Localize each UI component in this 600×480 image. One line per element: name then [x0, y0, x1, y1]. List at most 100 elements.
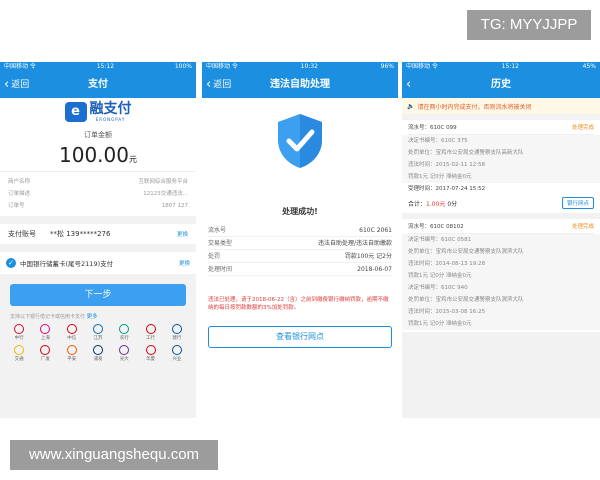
- bank-item: 兴业: [164, 345, 190, 362]
- detail-row: 处罚 罚款100元 记2分: [208, 250, 392, 263]
- erongpay-logo: e 融支付 ERONGPAY: [0, 98, 196, 126]
- bank-icon: [171, 324, 182, 334]
- clock: 15:12: [501, 63, 519, 70]
- bank-item: 光大: [111, 345, 137, 362]
- history-record[interactable]: 流水号：610C 08102 处理完成 决定书编号：610C 0581 处罚单位…: [402, 219, 600, 332]
- bank-icon: [145, 345, 156, 355]
- view-bank-branches-button[interactable]: 查看银行网点: [208, 326, 392, 348]
- bank-icon: [92, 324, 103, 334]
- bank-grid: 中行 上海 中信 江苏 农行 工行 建行 交通 广发 平安 浦发 光大 华夏 兴…: [0, 324, 196, 362]
- speaker-icon: 🔈: [407, 102, 415, 110]
- phone-violation: 中国移动 令 10:32 96% ‹ 返回 违法自助处理 处理成功! 流水号 61…: [202, 62, 398, 418]
- bank-icon: [40, 324, 51, 334]
- record-header: 流水号：610C 08102 处理完成: [408, 221, 594, 234]
- nav-bar: ‹ 返回 支付: [0, 72, 196, 98]
- success-title: 处理成功!: [282, 207, 318, 216]
- nav-bar: ‹ 返回 违法自助处理: [202, 72, 398, 98]
- record-total: 合计：1.00元 0分 银行网点: [408, 195, 594, 211]
- bank-item: 浦发: [85, 345, 111, 362]
- clock: 10:32: [300, 63, 318, 70]
- notice-text: 请在两小时内完成支付，否则流水将被关闭: [417, 103, 532, 111]
- history-record[interactable]: 流水号：610C 099 处理完成 决定书编号：610C 375 处罚单位：宝鸡…: [402, 120, 600, 213]
- page-title: 支付: [88, 79, 108, 90]
- watermark-bottom: www.xinguangshequ.com: [10, 440, 218, 470]
- card-label: 中国银行储蓄卡(尾号2119)支付: [20, 260, 114, 268]
- phone-payment: 中国移动 令 15:12 100% ‹ 返回 支付 e 融支付 ERONGPAY…: [0, 62, 196, 418]
- bank-icon: [66, 345, 77, 355]
- carrier-label: 中国移动 令: [4, 63, 36, 70]
- back-button[interactable]: ‹: [406, 72, 411, 98]
- carrier-label: 中国移动 令: [206, 63, 238, 70]
- order-info: 商户名称 互联网综合服务平台 订单描述 12123交通违法... 订单号 1807 1…: [0, 171, 196, 216]
- bank-item: 平安: [59, 345, 85, 362]
- back-label: 返回: [11, 80, 30, 90]
- back-button[interactable]: ‹ 返回: [206, 72, 231, 98]
- bank-icon: [92, 345, 103, 355]
- detail-row: 处理时间 2018-06-07: [208, 263, 392, 276]
- info-row: 商户名称 互联网综合服务平台: [8, 179, 188, 185]
- next-button[interactable]: 下一步: [10, 284, 186, 306]
- back-label: 返回: [213, 80, 232, 90]
- amount-label: 订单金额: [84, 131, 112, 139]
- bank-icon: [171, 345, 182, 355]
- detail-row: 流水号 610C 2061: [208, 224, 392, 237]
- record-detail: 决定书编号：610C 0581 处罚单位：宝鸡市公安局交通警察支队渭滨大队 违法…: [402, 234, 600, 282]
- battery-label: 100%: [174, 63, 192, 70]
- carrier-label: 中国移动 令: [406, 63, 438, 70]
- bank-item: 建行: [164, 324, 190, 341]
- record-detail: 决定书编号：610C 375 处罚单位：宝鸡市公安局交通警察支队高新大队 违法时…: [402, 135, 600, 183]
- bank-item: 华夏: [137, 345, 163, 362]
- more-banks-link[interactable]: 更多: [87, 314, 98, 320]
- page-title: 历史: [491, 79, 511, 90]
- battery-label: 96%: [380, 63, 394, 70]
- check-icon: ✓: [6, 258, 16, 268]
- bank-icon: [40, 345, 51, 355]
- status-badge: 处理完成: [571, 224, 594, 230]
- nav-bar: ‹ 历史: [402, 72, 600, 98]
- status-bar: 中国移动 令 15:12 100%: [0, 62, 196, 72]
- status-bar: 中国移动 令 10:32 96%: [202, 62, 398, 72]
- watermark-top: TG: MYYJJPP: [467, 10, 591, 40]
- bank-item: 交通: [6, 345, 32, 362]
- page-title: 违法自助处理: [270, 79, 330, 90]
- back-button[interactable]: ‹ 返回: [4, 72, 29, 98]
- logo-subtitle: ERONGPAY: [95, 117, 126, 122]
- clock: 15:12: [96, 63, 115, 70]
- bank-item: 工行: [137, 324, 163, 341]
- chevron-left-icon: ‹: [4, 77, 10, 92]
- bank-icon: [119, 345, 130, 355]
- warning-text: 违法已处理，请于2018-06-22（含）之前到缴费银行缴纳罚款，逾期不缴纳的每…: [208, 297, 389, 311]
- chevron-left-icon: ‹: [406, 77, 412, 92]
- info-row: 订单号 1807 127: [8, 203, 188, 209]
- result-details: 流水号 610C 2061 交易类型 违法自助处理/违法自助缴款 处罚 罚款100元 …: [208, 224, 392, 276]
- pay-account-value: **松 139*****276: [50, 230, 111, 238]
- amount-value: 100.00元: [59, 143, 137, 167]
- status-bar: 中国移动 令 15:12 45%: [402, 62, 600, 72]
- change-account-link[interactable]: 更换: [177, 230, 188, 238]
- status-badge: 处理完成: [571, 125, 594, 131]
- bank-icon: [66, 324, 77, 334]
- notice-banner: 🔈 请在两小时内完成支付，否则流水将被关闭: [402, 98, 600, 114]
- accept-time: 受理时间：2017-07-24 15:52: [408, 186, 486, 192]
- bank-item: 农行: [111, 324, 137, 341]
- erongpay-logo-icon: e: [64, 102, 87, 122]
- info-row: 订单描述 12123交通违法...: [8, 191, 188, 197]
- bank-item: 上海: [32, 324, 58, 341]
- chevron-left-icon: ‹: [206, 77, 212, 92]
- bank-item: 中信: [59, 324, 85, 341]
- bank-item: 江苏: [85, 324, 111, 341]
- bank-item: 中行: [6, 324, 32, 341]
- amount-section: 订单金额 100.00元: [0, 126, 196, 171]
- change-card-link[interactable]: 更换: [179, 259, 190, 267]
- logo-title: 融支付: [89, 101, 132, 117]
- bank-branches-button[interactable]: 银行网点: [561, 197, 594, 209]
- record-header: 流水号：610C 099 处理完成: [408, 122, 594, 135]
- card-row[interactable]: ✓ 中国银行储蓄卡(尾号2119)支付 更换: [0, 252, 196, 274]
- battery-label: 45%: [582, 63, 596, 70]
- detail-row: 交易类型 违法自助处理/违法自助缴款: [208, 237, 392, 250]
- bank-icon: [14, 324, 25, 334]
- record-detail: 决定书编号：610C 940 处罚单位：宝鸡市公安局交通警察支队渭滨大队 违法时…: [402, 282, 600, 330]
- phone-history: 中国移动 令 15:12 45% ‹ 历史 🔈 请在两小时内完成支付，否则流水将…: [402, 62, 600, 418]
- bank-icon: [145, 324, 156, 334]
- pay-account-row: 支付账号 **松 139*****276 更换: [0, 224, 196, 244]
